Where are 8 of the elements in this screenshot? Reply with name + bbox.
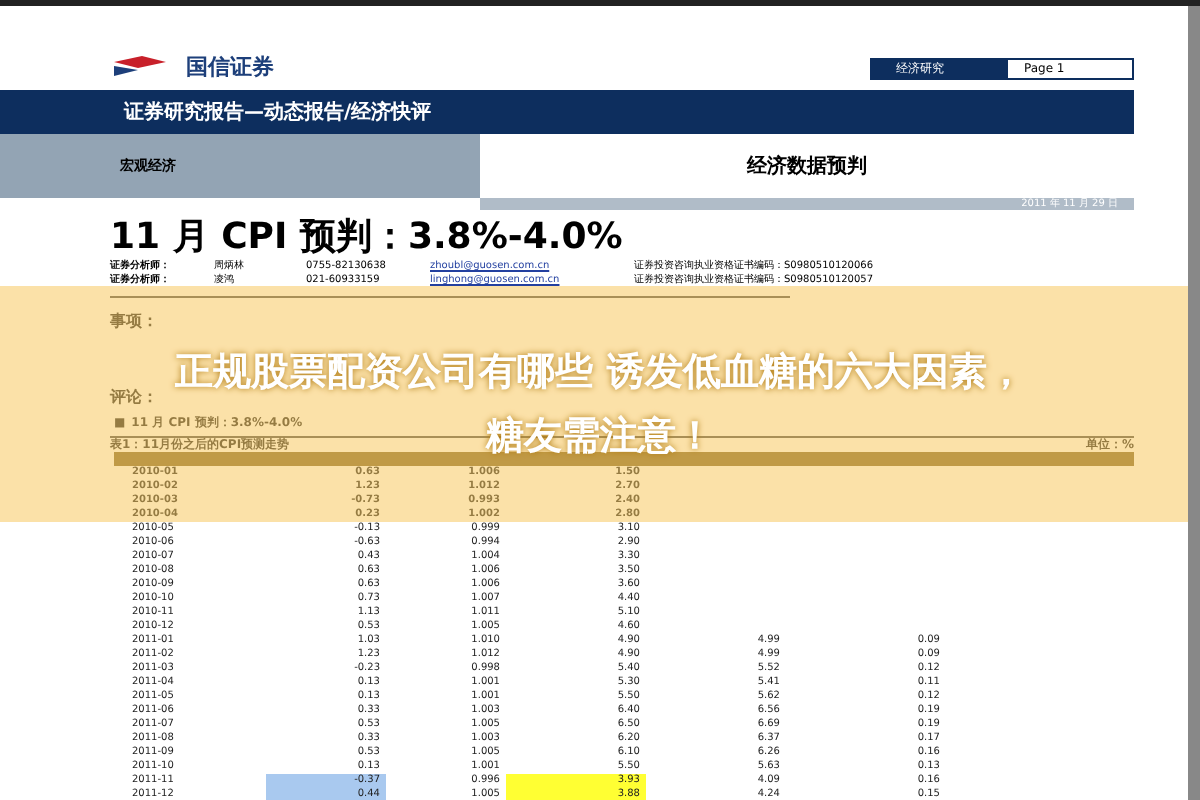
- report-title: 11 月 CPI 预判：3.8%-4.0%: [110, 216, 625, 259]
- report-type-bar: 证券研究报告—动态报告/经济快评: [0, 90, 1134, 134]
- comment-heading: 评论：: [110, 386, 160, 410]
- logo-icon: [110, 54, 170, 82]
- logo-text: 国信证券: [186, 51, 274, 84]
- items-heading: 事项：: [110, 310, 160, 334]
- headline-text: 正规股票配资公司有哪些 诱发低血糖的六大因素，: [175, 348, 1025, 396]
- topic-label: 经济数据预判: [744, 152, 869, 181]
